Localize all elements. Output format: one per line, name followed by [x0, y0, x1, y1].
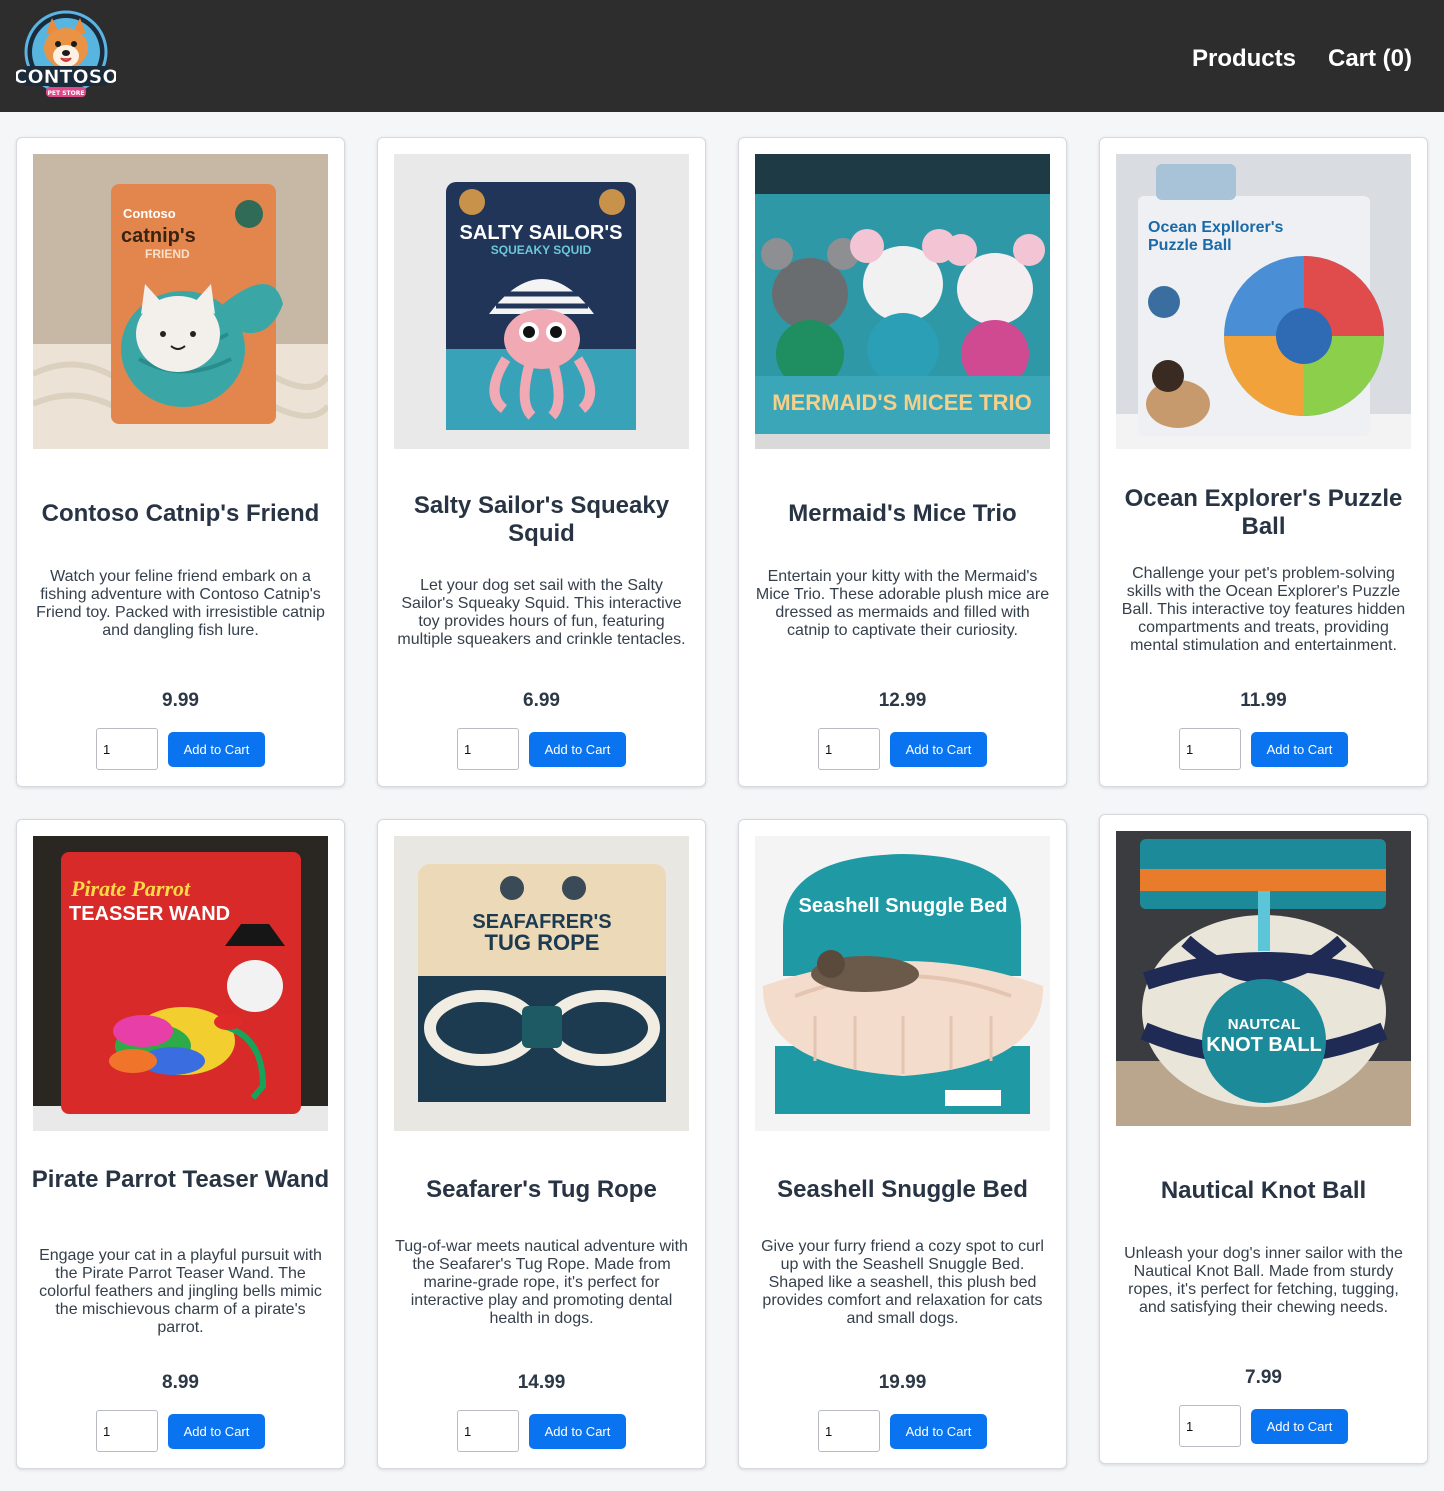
add-to-cart-button[interactable]: Add to Cart	[890, 732, 987, 767]
product-title: Salty Sailor's Squeaky Squid	[413, 492, 670, 547]
add-to-cart-button[interactable]: Add to Cart	[1251, 1409, 1348, 1444]
product-title: Contoso Catnip's Friend	[41, 500, 320, 527]
product-price: 8.99	[162, 1372, 199, 1393]
logo-subtext: PET STORE	[48, 90, 85, 97]
svg-text:NAUTCAL: NAUTCAL	[1228, 1016, 1301, 1033]
product-description: Entertain your kitty with the Mermaid's …	[755, 568, 1050, 639]
contoso-logo[interactable]: CONTOSO PET STORE	[13, 8, 119, 104]
quantity-input[interactable]	[96, 728, 158, 770]
quantity-input[interactable]	[818, 728, 880, 770]
svg-text:MERMAID'S MICEE TRIO: MERMAID'S MICEE TRIO	[772, 390, 1031, 415]
quantity-input[interactable]	[818, 1410, 880, 1452]
product-price: 9.99	[162, 690, 199, 711]
product-card: SALTY SAILOR'S SQUEAKY SQUID Salty Sailo…	[377, 137, 706, 787]
product-description: Challenge your pet's problem-solving ski…	[1121, 565, 1406, 654]
catnip-friend-image: Contoso catnip's FRIEND	[33, 154, 328, 449]
product-price: 14.99	[517, 1372, 566, 1393]
quantity-input[interactable]	[457, 1410, 519, 1452]
main-nav: Products Cart (0)	[1192, 43, 1412, 75]
seashell-bed-image: Seashell Snuggle Bed	[755, 836, 1050, 1131]
product-title: Pirate Parrot Teaser Wand	[31, 1166, 330, 1193]
product-image[interactable]: Seashell Snuggle Bed	[755, 836, 1050, 1131]
product-card: SEAFAFRER'S TUG ROPE Seafarer's Tug Rope…	[377, 819, 706, 1469]
product-description: Watch your feline friend embark on a fis…	[36, 568, 325, 639]
product-card: NAUTCAL KNOT BALL Nautical Knot Ball Unl…	[1099, 814, 1428, 1464]
knot-ball-image: NAUTCAL KNOT BALL	[1116, 831, 1411, 1126]
nav-products-link[interactable]: Products	[1192, 43, 1296, 75]
product-description: Unleash your dog's inner sailor with the…	[1124, 1245, 1403, 1316]
mermaid-mice-image: MERMAID'S MICEE TRIO	[755, 154, 1050, 449]
svg-text:TUG ROPE: TUG ROPE	[485, 930, 600, 955]
svg-text:TEASSER WAND: TEASSER WAND	[69, 903, 230, 925]
svg-text:Seashell Snuggle Bed: Seashell Snuggle Bed	[799, 895, 1008, 917]
logo-graphic: CONTOSO PET STORE	[13, 10, 119, 97]
add-to-cart-button[interactable]: Add to Cart	[1251, 732, 1348, 767]
svg-text:Ocean Expllorer's: Ocean Expllorer's	[1148, 219, 1284, 236]
quantity-input[interactable]	[1179, 1405, 1241, 1447]
puzzle-ball-image: Ocean Expllorer's Puzzle Ball	[1116, 154, 1411, 449]
svg-text:catnip's: catnip's	[121, 225, 196, 247]
product-card: Seashell Snuggle Bed Seashell Snuggle Be…	[738, 819, 1067, 1469]
product-price: 11.99	[1240, 690, 1287, 711]
product-description: Engage your cat in a playful pursuit wit…	[39, 1247, 322, 1336]
product-card: Ocean Expllorer's Puzzle Ball Ocean Expl…	[1099, 137, 1428, 787]
product-price: 12.99	[878, 690, 927, 711]
product-description: Tug-of-war meets nautical adventure with…	[395, 1238, 688, 1327]
svg-text:Pirate Parrot: Pirate Parrot	[70, 876, 191, 901]
product-description: Let your dog set sail with the Salty Sai…	[397, 577, 686, 648]
product-card: Pirate Parrot TEASSER WAND Pirate Parrot…	[16, 819, 345, 1469]
product-title: Nautical Knot Ball	[1160, 1177, 1367, 1204]
add-to-cart-button[interactable]: Add to Cart	[529, 1414, 626, 1449]
svg-text:Puzzle Ball: Puzzle Ball	[1148, 237, 1232, 254]
squeaky-squid-image: SALTY SAILOR'S SQUEAKY SQUID	[394, 154, 689, 449]
product-title: Mermaid's Mice Trio	[788, 500, 1017, 527]
nav-cart-link[interactable]: Cart (0)	[1328, 43, 1412, 75]
pirate-parrot-wand-image: Pirate Parrot TEASSER WAND	[33, 836, 328, 1131]
svg-text:SQUEAKY SQUID: SQUEAKY SQUID	[491, 243, 592, 257]
logo-text: CONTOSO	[16, 66, 116, 88]
quantity-input[interactable]	[96, 1410, 158, 1452]
add-to-cart-button[interactable]: Add to Cart	[168, 732, 265, 767]
svg-text:SALTY SAILOR'S: SALTY SAILOR'S	[460, 222, 623, 244]
product-card: Contoso catnip's FRIEND Contoso Catnip's…	[16, 137, 345, 787]
product-image[interactable]: SALTY SAILOR'S SQUEAKY SQUID	[394, 154, 689, 449]
quantity-input[interactable]	[1179, 728, 1241, 770]
product-image[interactable]: SEAFAFRER'S TUG ROPE	[394, 836, 689, 1131]
top-navbar: CONTOSO PET STORE Products Cart (0)	[0, 0, 1444, 112]
svg-text:Contoso: Contoso	[123, 206, 176, 221]
product-price: 19.99	[878, 1372, 927, 1393]
svg-text:KNOT BALL: KNOT BALL	[1206, 1034, 1322, 1056]
add-to-cart-button[interactable]: Add to Cart	[529, 732, 626, 767]
product-price: 7.99	[1245, 1367, 1282, 1388]
product-title: Seafarer's Tug Rope	[426, 1176, 657, 1203]
product-price: 6.99	[523, 690, 560, 711]
product-image[interactable]: MERMAID'S MICEE TRIO	[755, 154, 1050, 449]
add-to-cart-button[interactable]: Add to Cart	[168, 1414, 265, 1449]
product-image[interactable]: Ocean Expllorer's Puzzle Ball	[1116, 154, 1411, 449]
quantity-input[interactable]	[457, 728, 519, 770]
product-title: Ocean Explorer's Puzzle Ball	[1124, 485, 1403, 540]
product-card: MERMAID'S MICEE TRIO Mermaid's Mice Trio…	[738, 137, 1067, 787]
tug-rope-image: SEAFAFRER'S TUG ROPE	[394, 836, 689, 1131]
product-title: Seashell Snuggle Bed	[777, 1176, 1028, 1203]
add-to-cart-button[interactable]: Add to Cart	[890, 1414, 987, 1449]
product-image[interactable]: Contoso catnip's FRIEND	[33, 154, 328, 449]
svg-text:FRIEND: FRIEND	[145, 247, 190, 261]
product-image[interactable]: Pirate Parrot TEASSER WAND	[33, 836, 328, 1131]
product-image[interactable]: NAUTCAL KNOT BALL	[1116, 831, 1411, 1126]
product-description: Give your furry friend a cozy spot to cu…	[761, 1238, 1044, 1327]
